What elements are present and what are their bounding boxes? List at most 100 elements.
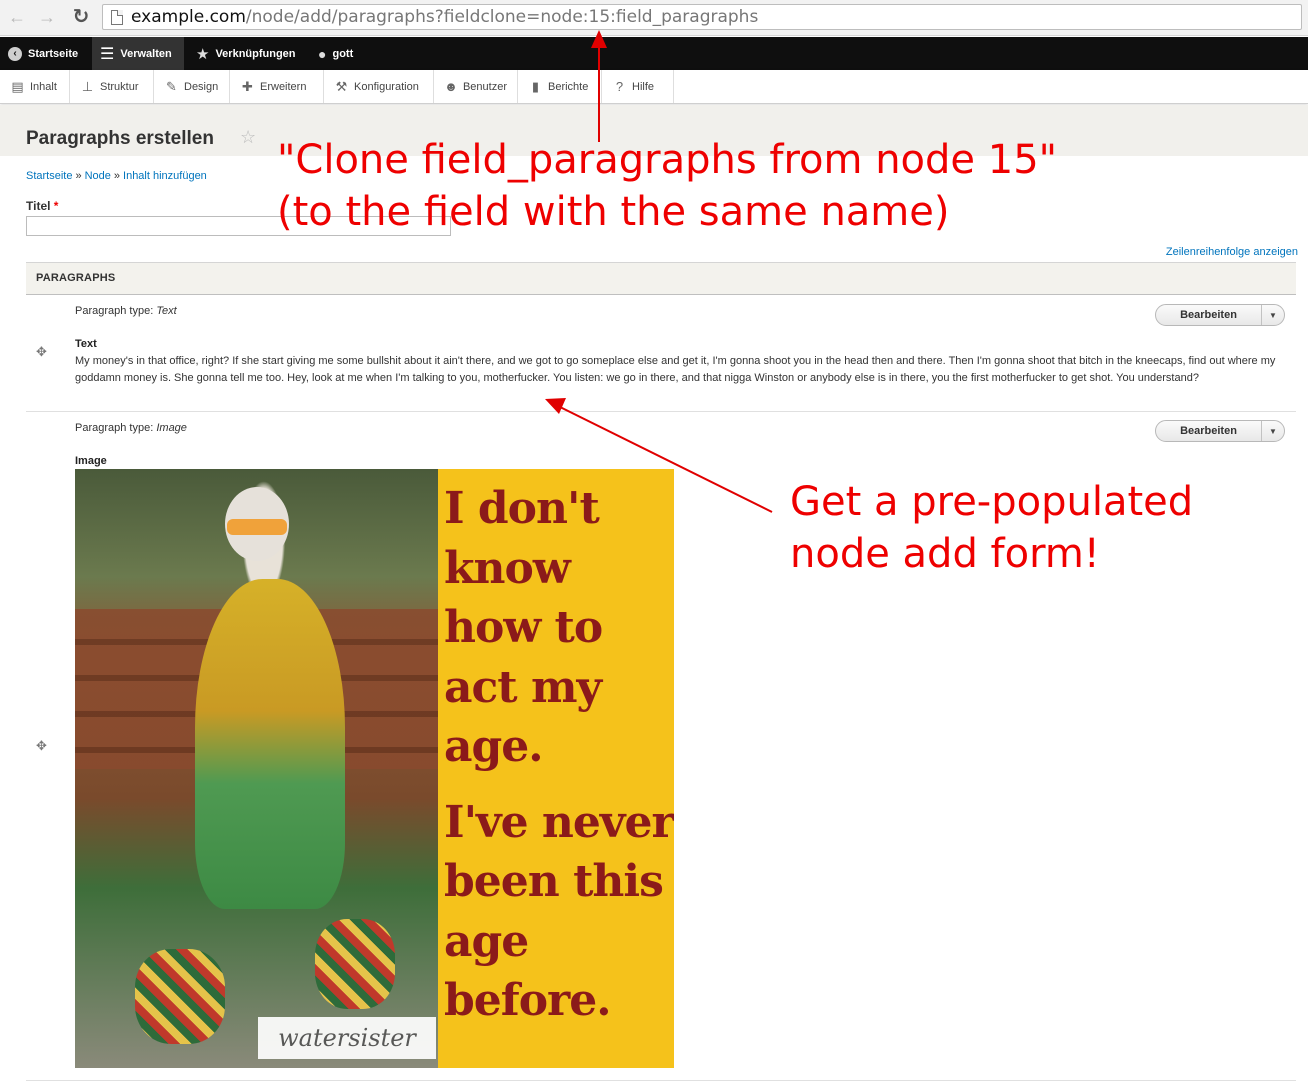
paragraph-type-label: Paragraph type: Image [75, 422, 187, 434]
edit-button-label: Bearbeiten [1156, 305, 1262, 325]
chevron-left-icon: ‹ [8, 46, 22, 61]
toolbar-manage[interactable]: ☰ Verwalten [92, 37, 184, 70]
annotation-clone: "Clone field_paragraphs from node 15" (t… [277, 134, 1057, 238]
tray-item-label: Konfiguration [354, 80, 419, 93]
breadcrumb-node[interactable]: Node [85, 170, 111, 182]
url-host: example.com [131, 7, 246, 27]
quote-line: before. [444, 975, 612, 1026]
user-icon: ● [318, 45, 327, 62]
people-icon: ☻ [444, 79, 458, 94]
menu-icon: ☰ [100, 45, 115, 63]
wrench-icon: ⚒ [335, 78, 348, 94]
toolbar-home[interactable]: ‹ Startseite [8, 37, 78, 70]
annotation-clone-line1: "Clone field_paragraphs from node 15" [277, 137, 1058, 183]
tray-item-berichte[interactable]: ▮ Berichte [518, 70, 602, 103]
required-marker: * [53, 199, 59, 213]
tray-item-label: Inhalt [30, 80, 57, 93]
show-row-weights-link[interactable]: Zeilenreihenfolge anzeigen [1166, 246, 1298, 258]
edit-paragraph-button[interactable]: Bearbeiten ▼ [1155, 304, 1285, 326]
tray-item-inhalt[interactable]: ▤ Inhalt [0, 70, 70, 103]
toolbar-home-label: Startseite [28, 47, 79, 60]
tray-item-hilfe[interactable]: ? Hilfe [602, 70, 674, 103]
tray-item-struktur[interactable]: ⊥ Struktur [70, 70, 154, 103]
text-field-value: My money's in that office, right? If she… [75, 355, 1276, 384]
logo-text: watersister [278, 1024, 416, 1052]
shoe-shape [315, 919, 395, 1009]
toolbar-tray: ▤ Inhalt ⊥ Struktur ✎ Design ✚ Erweitern ⚒ Ko… [0, 70, 1308, 104]
paragraphs-header-label: PARAGRAPHS [36, 272, 116, 284]
quote-gap [444, 777, 674, 793]
dropdown-arrow-icon[interactable]: ▼ [1262, 305, 1284, 325]
tray-item-label: Design [184, 80, 219, 93]
tray-item-label: Benutzer [462, 80, 507, 93]
dress-shape [195, 579, 345, 909]
puzzle-icon: ✚ [242, 78, 253, 94]
quote-line: know [444, 542, 571, 594]
annotation-get-line1: Get a pre-populated [790, 479, 1194, 525]
breadcrumb: Startseite» Node» Inhalt hinzufügen [26, 170, 207, 182]
quote-line: how to [444, 602, 603, 653]
breadcrumb-separator: » [75, 170, 82, 182]
row-divider [26, 1080, 1296, 1081]
admin-toolbar: ‹ Startseite ☰ Verwalten ★ Verknüpfungen ● g… [0, 37, 1308, 70]
breadcrumb-home[interactable]: Startseite [26, 170, 72, 182]
title-label-text: Titel [26, 199, 51, 213]
paragraphs-header: PARAGRAPHS [26, 262, 1296, 295]
toolbar-manage-label: Verwalten [120, 47, 172, 60]
url[interactable]: example.com/node/add/paragraphs?fieldclo… [131, 7, 758, 27]
page-icon [111, 10, 123, 25]
url-path: /node/add/paragraphs?fieldclone=node:15:… [245, 7, 759, 27]
watersister-logo: watersister [258, 1017, 436, 1059]
page-title: Paragraphs erstellen [26, 128, 214, 149]
tray-item-label: Hilfe [632, 80, 655, 93]
toolbar-shortcuts-label: Verknüpfungen [215, 47, 296, 60]
tray-item-design[interactable]: ✎ Design [154, 70, 230, 103]
dropdown-arrow-icon[interactable]: ▼ [1262, 421, 1284, 441]
document-icon: ▤ [11, 78, 24, 94]
tray-item-label: Struktur [100, 80, 139, 93]
reload-icon[interactable]: ↻ [70, 6, 92, 28]
paragraph-image: watersister I don't know how to act my a… [75, 469, 674, 1068]
forward-arrow-icon[interactable]: → [36, 6, 58, 28]
star-icon: ★ [196, 45, 210, 63]
quote-line: age. [444, 721, 544, 772]
help-icon: ? [615, 79, 624, 94]
tray-item-benutzer[interactable]: ☻ Benutzer [434, 70, 518, 103]
toolbar-shortcuts[interactable]: ★ Verknüpfungen [196, 37, 296, 70]
type-prefix: Paragraph type: [75, 305, 154, 317]
annotation-get-line2: node add form! [790, 531, 1100, 577]
drag-handle-icon[interactable]: ✥ [36, 738, 47, 754]
quote-line: been this [444, 856, 664, 907]
browser-bar: ← → ↻ example.com/node/add/paragraphs?fi… [0, 0, 1308, 36]
edit-button-label: Bearbeiten [1156, 421, 1262, 441]
quote-line: I've never [444, 796, 674, 848]
quote-line: age [444, 915, 529, 967]
photo-area: watersister [75, 469, 438, 1068]
type-value: Text [156, 305, 177, 317]
tray-item-label: Berichte [548, 80, 589, 93]
edit-paragraph-button[interactable]: Bearbeiten ▼ [1155, 420, 1285, 442]
row-divider [26, 411, 1296, 412]
annotation-prepopulated: Get a pre-populated node add form! [790, 476, 1193, 580]
brush-icon: ✎ [166, 78, 177, 94]
back-arrow-icon[interactable]: ← [6, 6, 28, 28]
quote-line: I don't [444, 483, 600, 534]
type-value: Image [156, 422, 187, 434]
address-bar[interactable]: example.com/node/add/paragraphs?fieldclo… [102, 4, 1302, 30]
quote-panel: I don't know how to act my age. I've nev… [438, 469, 674, 1068]
drag-handle-icon[interactable]: ✥ [36, 344, 47, 360]
breadcrumb-separator: » [113, 170, 121, 182]
toolbar-user[interactable]: ● gott [318, 37, 353, 70]
text-field-label: Text [75, 338, 97, 350]
paragraph-type-label: Paragraph type: Text [75, 305, 177, 317]
breadcrumb-add-content[interactable]: Inhalt hinzufügen [123, 170, 207, 182]
tray-item-label: Erweitern [260, 80, 307, 93]
title-label: Titel * [26, 199, 58, 213]
image-field-label: Image [75, 455, 107, 467]
glasses-shape [227, 519, 287, 535]
sitemap-icon: ⊥ [81, 78, 94, 94]
bookmark-star-icon[interactable]: ☆ [240, 127, 256, 148]
tray-item-erweitern[interactable]: ✚ Erweitern [230, 70, 324, 103]
type-prefix: Paragraph type: [75, 422, 154, 434]
tray-item-konfiguration[interactable]: ⚒ Konfiguration [324, 70, 434, 103]
